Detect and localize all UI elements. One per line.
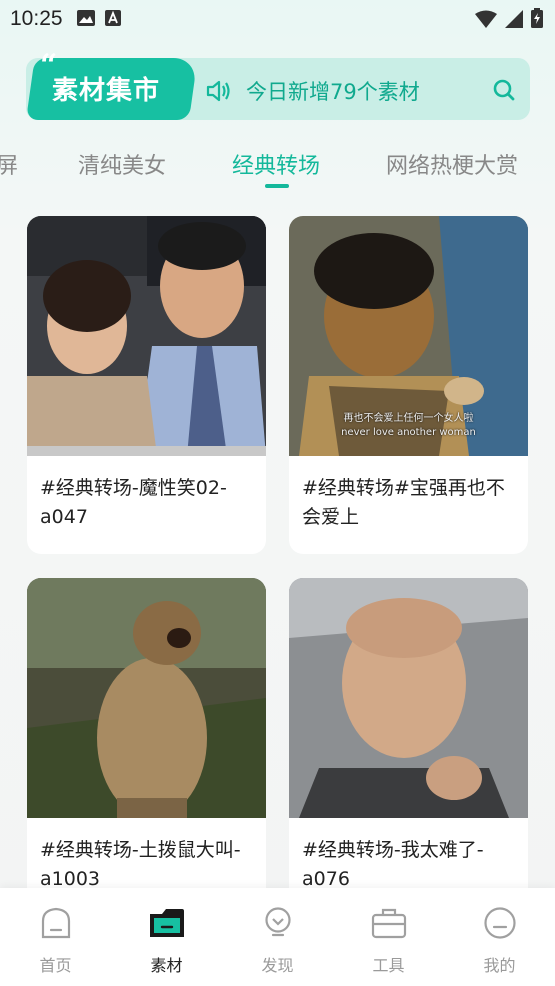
tab-pure-beauty[interactable]: 清纯美女: [78, 148, 166, 180]
bottom-navigation: 首页 素材 发现 工具 我的: [0, 888, 555, 986]
nav-label-discover: 发现: [261, 956, 294, 975]
nav-label-home: 首页: [39, 956, 72, 975]
status-time: 10:25: [10, 7, 63, 30]
nav-label-profile: 我的: [483, 956, 516, 975]
card-thumbnail: [27, 578, 266, 818]
market-tag-label: 素材集市: [52, 76, 161, 106]
battery-icon: [531, 8, 543, 33]
announcement-text: 今日新增79个素材: [246, 80, 420, 104]
card-caption: #经典转场#宝强再也不会爱上: [302, 477, 505, 528]
subtitle-line-cn: 再也不会爱上任何一个女人啦: [343, 413, 474, 424]
nav-item-profile[interactable]: 我的: [444, 888, 555, 986]
nav-label-materials: 素材: [150, 956, 183, 975]
home-icon: [39, 906, 73, 944]
toolbox-icon: [370, 906, 408, 944]
nav-item-home[interactable]: 首页: [0, 888, 111, 986]
nav-item-tools[interactable]: 工具: [333, 888, 444, 986]
speaker-icon: [205, 78, 233, 108]
nav-item-materials[interactable]: 素材: [111, 888, 222, 986]
material-card[interactable]: #经典转场-魔性笑02-a047: [27, 216, 266, 554]
status-bar: 10:25: [0, 0, 555, 38]
category-tabs: 屏 清纯美女 经典转场 网络热梗大赏: [0, 140, 555, 190]
tab-indicator: [265, 184, 289, 188]
text-a-icon: [104, 7, 121, 31]
subtitle-line-en: never love another woman: [341, 427, 476, 438]
card-caption: #经典转场-我太难了-a076: [302, 839, 484, 890]
wifi-icon: [475, 9, 497, 33]
nav-item-discover[interactable]: 发现: [222, 888, 333, 986]
card-thumbnail: [289, 578, 528, 818]
tab-classic-transition[interactable]: 经典转场: [232, 148, 320, 180]
material-card[interactable]: #经典转场-土拨鼠大叫-a1003: [27, 578, 266, 908]
folder-icon: [148, 906, 186, 944]
image-icon: [76, 7, 95, 31]
material-card[interactable]: 再也不会爱上任何一个女人啦 never love another woman #…: [289, 216, 528, 554]
bulb-icon: [261, 906, 295, 944]
card-thumbnail: [27, 216, 266, 456]
card-caption: #经典转场-魔性笑02-a047: [40, 477, 227, 528]
video-subtitle: 再也不会爱上任何一个女人啦 never love another woman: [289, 412, 528, 440]
profile-icon: [483, 906, 517, 944]
tab-partial[interactable]: 屏: [0, 148, 18, 180]
nav-label-tools: 工具: [372, 956, 405, 975]
signal-icon: [505, 9, 523, 33]
card-thumbnail: 再也不会爱上任何一个女人啦 never love another woman: [289, 216, 528, 456]
card-caption: #经典转场-土拨鼠大叫-a1003: [40, 839, 241, 890]
material-card[interactable]: #经典转场-我太难了-a076: [289, 578, 528, 908]
tab-internet-memes[interactable]: 网络热梗大赏: [386, 148, 518, 180]
search-icon[interactable]: [492, 78, 516, 106]
